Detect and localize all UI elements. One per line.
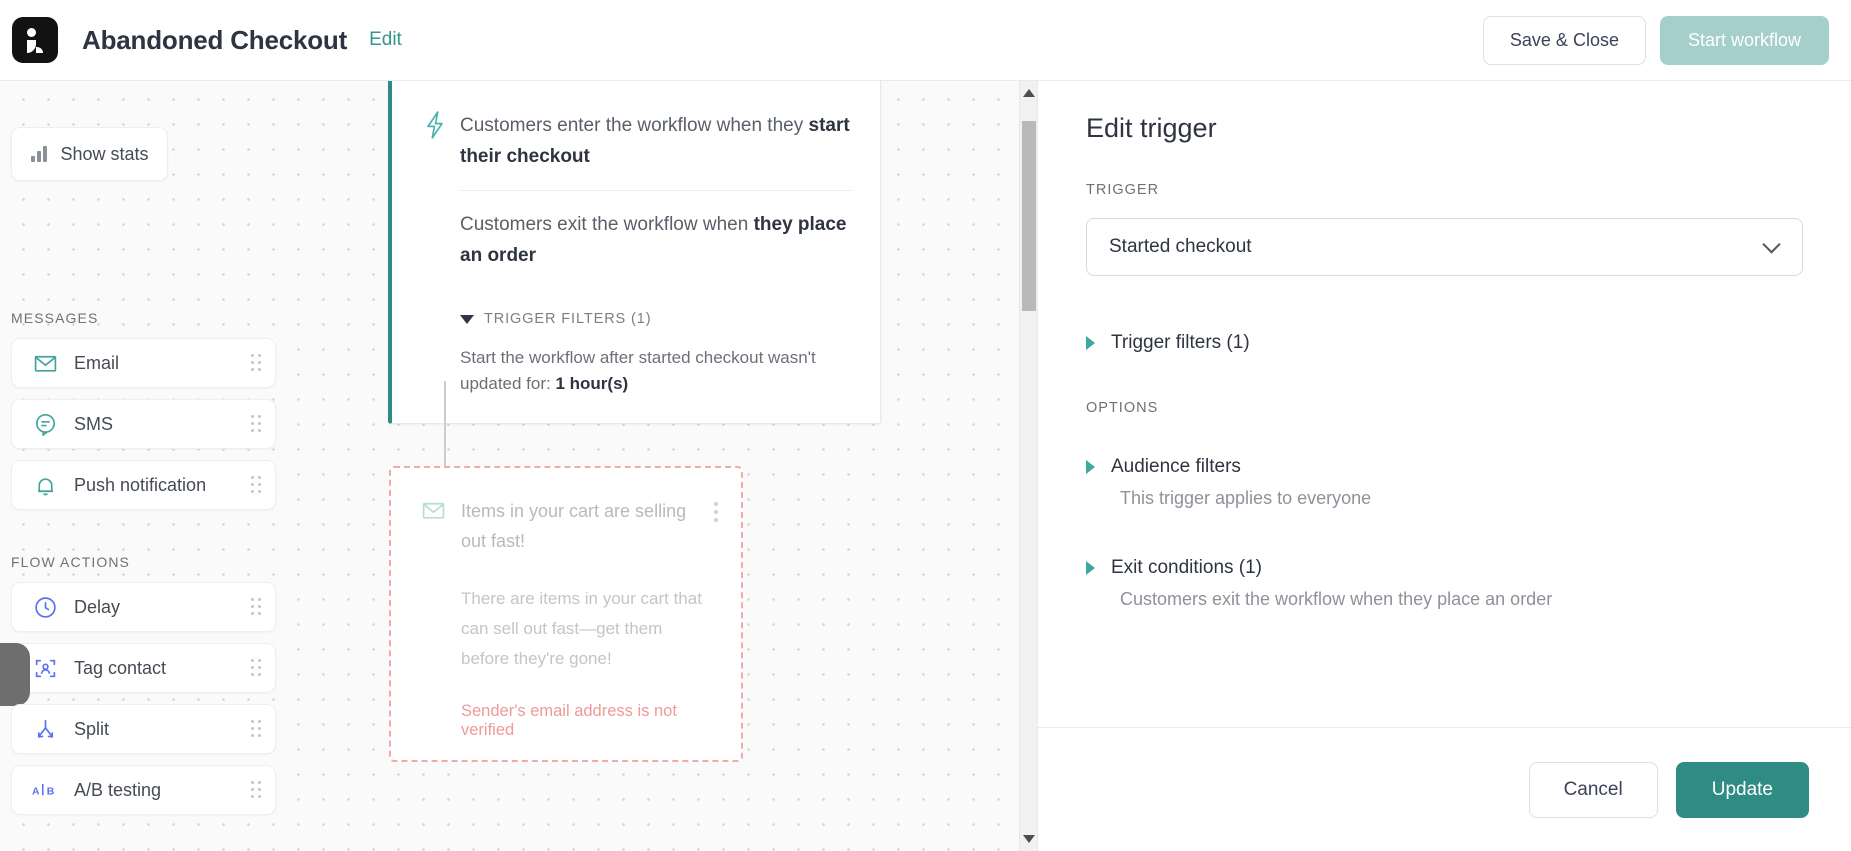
palette-item-delay[interactable]: Delay xyxy=(11,582,276,632)
drag-handle[interactable] xyxy=(251,781,263,799)
trigger-select-value: Started checkout xyxy=(1109,236,1252,257)
messages-section-label: MESSAGES xyxy=(11,310,99,326)
audience-filters-description: This trigger applies to everyone xyxy=(1120,488,1372,508)
email-node-error-message: Sender's email address is not verified xyxy=(461,702,677,739)
bar-chart-icon xyxy=(31,146,47,162)
bell-icon xyxy=(32,472,58,498)
trigger-enter-prefix: Customers enter the workflow when they xyxy=(460,115,809,136)
canvas-vertical-scrollbar[interactable] xyxy=(1019,81,1037,851)
trigger-exit-prefix: Customers exit the workflow when xyxy=(460,214,754,235)
envelope-icon xyxy=(32,350,58,376)
flow-actions-section-label: FLOW ACTIONS xyxy=(11,554,130,570)
palette-item-email[interactable]: Email xyxy=(11,338,276,388)
app-logo xyxy=(12,17,58,63)
trigger-filter-prefix: Start the workflow after started checkou… xyxy=(460,348,816,393)
exit-conditions-section: Exit conditions (1) Customers exit the w… xyxy=(1086,557,1803,610)
cancel-button[interactable]: Cancel xyxy=(1528,761,1658,818)
palette-item-label: Delay xyxy=(74,596,121,617)
trigger-filters-accordion[interactable]: Trigger filters (1) xyxy=(1086,332,1803,354)
trigger-exit-text: Customers exit the workflow when they pl… xyxy=(460,191,852,271)
logo-dot xyxy=(27,28,36,37)
palette-item-push-notification[interactable]: Push notification xyxy=(11,460,276,510)
edit-title-link[interactable]: Edit xyxy=(369,29,402,51)
svg-text:B: B xyxy=(47,786,55,797)
drag-handle[interactable] xyxy=(251,415,263,433)
split-icon xyxy=(32,716,58,742)
chevron-down-icon xyxy=(1762,235,1781,254)
trigger-filter-detail: Start the workflow after started checkou… xyxy=(460,345,852,397)
scrollbar-thumb[interactable] xyxy=(1022,121,1036,311)
panel-footer: Cancel Update xyxy=(1038,727,1851,851)
drag-handle[interactable] xyxy=(251,476,263,494)
audience-filters-label: Audience filters xyxy=(1111,456,1241,477)
scroll-up-arrow-icon[interactable] xyxy=(1022,89,1035,97)
palette-item-label: Email xyxy=(74,352,120,373)
palette-item-sms[interactable]: SMS xyxy=(11,399,276,449)
ab-test-icon: A B xyxy=(32,777,58,803)
drag-handle[interactable] xyxy=(251,598,263,616)
logo-stem xyxy=(27,40,43,53)
palette-item-label: Tag contact xyxy=(74,657,167,678)
trigger-node[interactable]: Customers enter the workflow when they s… xyxy=(388,81,881,424)
header-actions: Save & Close Start workflow xyxy=(1482,15,1829,65)
exit-conditions-accordion[interactable]: Exit conditions (1) xyxy=(1086,557,1803,579)
workflow-canvas[interactable]: Show stats MESSAGES Email SMS Push notif… xyxy=(0,81,1037,851)
drag-handle[interactable] xyxy=(251,659,263,677)
palette-item-label: Split xyxy=(74,718,110,739)
email-node-menu-button[interactable] xyxy=(713,502,719,522)
start-workflow-button[interactable]: Start workflow xyxy=(1659,15,1829,65)
audience-filters-section: Audience filters This trigger applies to… xyxy=(1086,456,1803,509)
trigger-filters-toggle[interactable]: TRIGGER FILTERS (1) xyxy=(460,311,852,327)
show-stats-button[interactable]: Show stats xyxy=(11,127,168,181)
canvas-scroll-nub[interactable] xyxy=(0,643,30,706)
panel-title: Edit trigger xyxy=(1086,113,1217,143)
email-node[interactable]: Items in your cart are selling out fast!… xyxy=(389,466,743,762)
palette-item-split[interactable]: Split xyxy=(11,704,276,754)
panel-content: Edit trigger TRIGGER Started checkout Tr… xyxy=(1038,81,1851,727)
trigger-filter-bold: 1 hour(s) xyxy=(555,374,629,393)
audience-filters-accordion[interactable]: Audience filters xyxy=(1086,456,1803,478)
chevron-right-icon xyxy=(1086,561,1095,575)
chevron-right-icon xyxy=(1086,460,1095,474)
save-and-close-button[interactable]: Save & Close xyxy=(1482,15,1646,65)
options-section-label: OPTIONS xyxy=(1086,400,1159,416)
email-node-preview: There are items in your cart that can se… xyxy=(461,589,702,668)
svg-text:A: A xyxy=(32,786,40,797)
drag-handle[interactable] xyxy=(251,354,263,372)
exit-conditions-description: Customers exit the workflow when they pl… xyxy=(1120,589,1553,609)
clock-icon xyxy=(32,594,58,620)
exit-conditions-label: Exit conditions (1) xyxy=(1111,557,1263,578)
palette-item-label: A/B testing xyxy=(74,779,162,800)
email-node-subject: Items in your cart are selling out fast! xyxy=(461,501,687,551)
palette-item-ab-testing[interactable]: A B A/B testing xyxy=(11,765,276,815)
page-title: Abandoned Checkout xyxy=(82,24,348,55)
chevron-down-icon xyxy=(460,314,474,324)
palette-item-label: SMS xyxy=(74,413,114,434)
palette-item-tag-contact[interactable]: Tag contact xyxy=(11,643,276,693)
chat-bubble-icon xyxy=(32,411,58,437)
trigger-filters-label: Trigger filters (1) xyxy=(1111,332,1250,353)
node-palette: Show stats MESSAGES Email SMS Push notif… xyxy=(0,81,288,851)
tag-contact-icon xyxy=(32,655,58,681)
chevron-right-icon xyxy=(1086,336,1095,350)
trigger-select[interactable]: Started checkout xyxy=(1086,218,1803,276)
trigger-field-label: TRIGGER xyxy=(1086,182,1160,198)
show-stats-label: Show stats xyxy=(60,143,149,164)
trigger-enter-text: Customers enter the workflow when they s… xyxy=(460,86,852,191)
update-button[interactable]: Update xyxy=(1675,761,1809,818)
drag-handle[interactable] xyxy=(251,720,263,738)
app-header: Abandoned Checkout Edit Save & Close Sta… xyxy=(0,0,1851,81)
envelope-icon xyxy=(421,498,447,528)
node-connector xyxy=(444,381,446,469)
palette-item-label: Push notification xyxy=(74,474,207,495)
lightning-bolt-icon xyxy=(422,110,452,145)
trigger-filters-header-label: TRIGGER FILTERS (1) xyxy=(484,311,652,327)
scroll-down-arrow-icon[interactable] xyxy=(1022,835,1035,843)
edit-trigger-panel: Edit trigger TRIGGER Started checkout Tr… xyxy=(1037,81,1851,851)
